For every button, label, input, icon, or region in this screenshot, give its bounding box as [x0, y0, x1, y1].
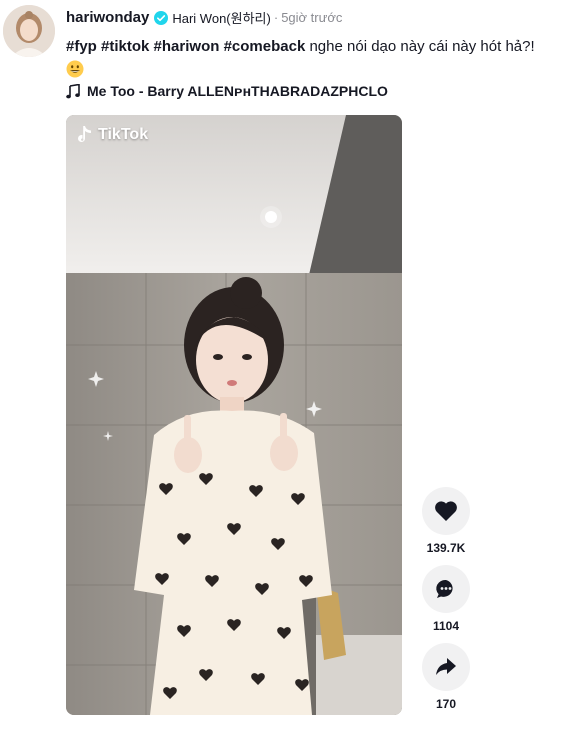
- comment-button[interactable]: [422, 565, 470, 613]
- hashtag-hariwon[interactable]: #hariwon: [154, 38, 220, 55]
- post-header: hariwonday Hari Won(원하리) · 5giờ trước: [66, 8, 575, 27]
- username[interactable]: hariwonday: [66, 9, 149, 26]
- nickname[interactable]: Hari Won(원하리): [172, 8, 270, 27]
- comment-count: 1104: [432, 619, 460, 633]
- verified-badge-icon: [154, 10, 169, 25]
- hashtag-tiktok[interactable]: #tiktok: [101, 38, 149, 55]
- like-action: 139.7K: [422, 487, 470, 555]
- music-note-icon: [66, 83, 80, 98]
- grinning-face-emoji-icon: [66, 60, 84, 78]
- music-title: Me Too - Barry ALLENᴘʜTHABRADAZPHCLO: [87, 83, 388, 99]
- video-frame: [66, 115, 402, 715]
- share-button[interactable]: [422, 643, 470, 691]
- heart-icon: [435, 501, 457, 521]
- tiktok-watermark: TikTok: [76, 125, 148, 145]
- tiktok-logo-icon: [78, 126, 91, 142]
- video-player[interactable]: TikTok: [66, 115, 402, 715]
- hashtag-fyp[interactable]: #fyp: [66, 38, 97, 55]
- share-action: 170: [422, 643, 470, 711]
- post-time: 5giờ trước: [281, 10, 343, 25]
- like-button[interactable]: [422, 487, 470, 535]
- comment-icon: [436, 579, 453, 598]
- avatar-image: [3, 5, 55, 57]
- avatar[interactable]: [3, 5, 55, 57]
- share-icon: [436, 658, 456, 675]
- share-count: 170: [435, 697, 457, 711]
- caption-text: nghe nói dạo này cái này hót hả?!: [309, 38, 535, 55]
- separator-dot: ·: [273, 10, 279, 25]
- watermark-text: TikTok: [98, 126, 149, 143]
- caption: #fyp #tiktok #hariwon #comeback nghe nói…: [66, 36, 576, 81]
- music-link[interactable]: Me Too - Barry ALLENᴘʜTHABRADAZPHCLO: [66, 83, 388, 99]
- hashtag-comeback[interactable]: #comeback: [224, 38, 306, 55]
- comment-action: 1104: [422, 565, 470, 633]
- like-count: 139.7K: [426, 541, 466, 555]
- action-bar: 139.7K 1104 170: [422, 487, 470, 721]
